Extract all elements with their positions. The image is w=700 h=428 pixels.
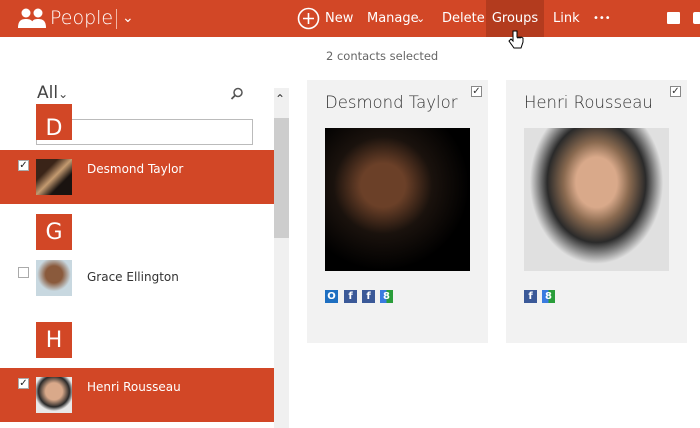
list-item-henri-rousseau[interactable]: ✓ Henri Rousseau [0, 368, 274, 422]
manage-button[interactable]: Manage [367, 0, 419, 37]
contact-name: Desmond Taylor [87, 162, 184, 176]
facebook-icon: f [524, 290, 537, 303]
new-button[interactable]: New [325, 0, 353, 37]
delete-button[interactable]: Delete [442, 0, 485, 37]
contact-photo [524, 128, 669, 271]
contact-name: Grace Ellington [87, 270, 179, 284]
divider [116, 9, 117, 29]
google-icon: 8 [380, 290, 393, 303]
avatar [36, 377, 72, 413]
app-title[interactable]: People [50, 0, 113, 37]
settings-icon[interactable] [693, 12, 700, 24]
scrollbar-thumb[interactable] [274, 118, 289, 238]
letter-header-d[interactable]: D [36, 104, 72, 141]
chat-icon[interactable] [667, 12, 680, 24]
avatar [36, 260, 72, 296]
list-item-grace-ellington[interactable]: Grace Ellington [0, 250, 274, 304]
plus-circle-icon[interactable] [297, 7, 320, 30]
card-checkbox[interactable]: ✓ [471, 86, 482, 97]
link-button[interactable]: Link [553, 0, 580, 37]
contact-card-desmond-taylor[interactable]: Desmond Taylor ✓ O f f 8 [307, 80, 488, 343]
select-checkbox[interactable] [18, 267, 29, 278]
manage-chevron-icon[interactable]: ⌄ [416, 0, 425, 37]
selection-status: 2 contacts selected [326, 49, 439, 63]
filter-dropdown[interactable]: All⌄ [37, 83, 68, 103]
more-button[interactable]: ••• [593, 0, 611, 37]
card-name: Desmond Taylor [325, 93, 458, 112]
people-logo-icon [18, 8, 46, 28]
letter-header-h[interactable]: H [36, 322, 72, 358]
card-checkbox[interactable]: ✓ [670, 86, 681, 97]
top-bar: People ⌄ New Manage ⌄ Delete Groups Link… [0, 0, 700, 37]
select-checkbox[interactable]: ✓ [18, 378, 29, 389]
select-checkbox[interactable]: ✓ [18, 160, 29, 171]
list-item-desmond-taylor[interactable]: ✓ Desmond Taylor [0, 150, 274, 204]
cursor-hand-icon [508, 30, 524, 49]
search-icon[interactable] [230, 87, 244, 101]
avatar [36, 159, 72, 195]
scroll-up-icon[interactable]: ⌃ [275, 92, 285, 106]
google-icon: 8 [542, 290, 555, 303]
contact-name: Henri Rousseau [87, 380, 181, 394]
app-switcher-chevron-icon[interactable]: ⌄ [122, 0, 134, 37]
contact-card-henri-rousseau[interactable]: Henri Rousseau ✓ f 8 [506, 80, 687, 343]
card-name: Henri Rousseau [524, 93, 653, 112]
contact-photo [325, 128, 470, 271]
outlook-icon: O [325, 290, 338, 303]
facebook-icon: f [362, 290, 375, 303]
facebook-icon: f [344, 290, 357, 303]
letter-header-g[interactable]: G [36, 214, 72, 250]
